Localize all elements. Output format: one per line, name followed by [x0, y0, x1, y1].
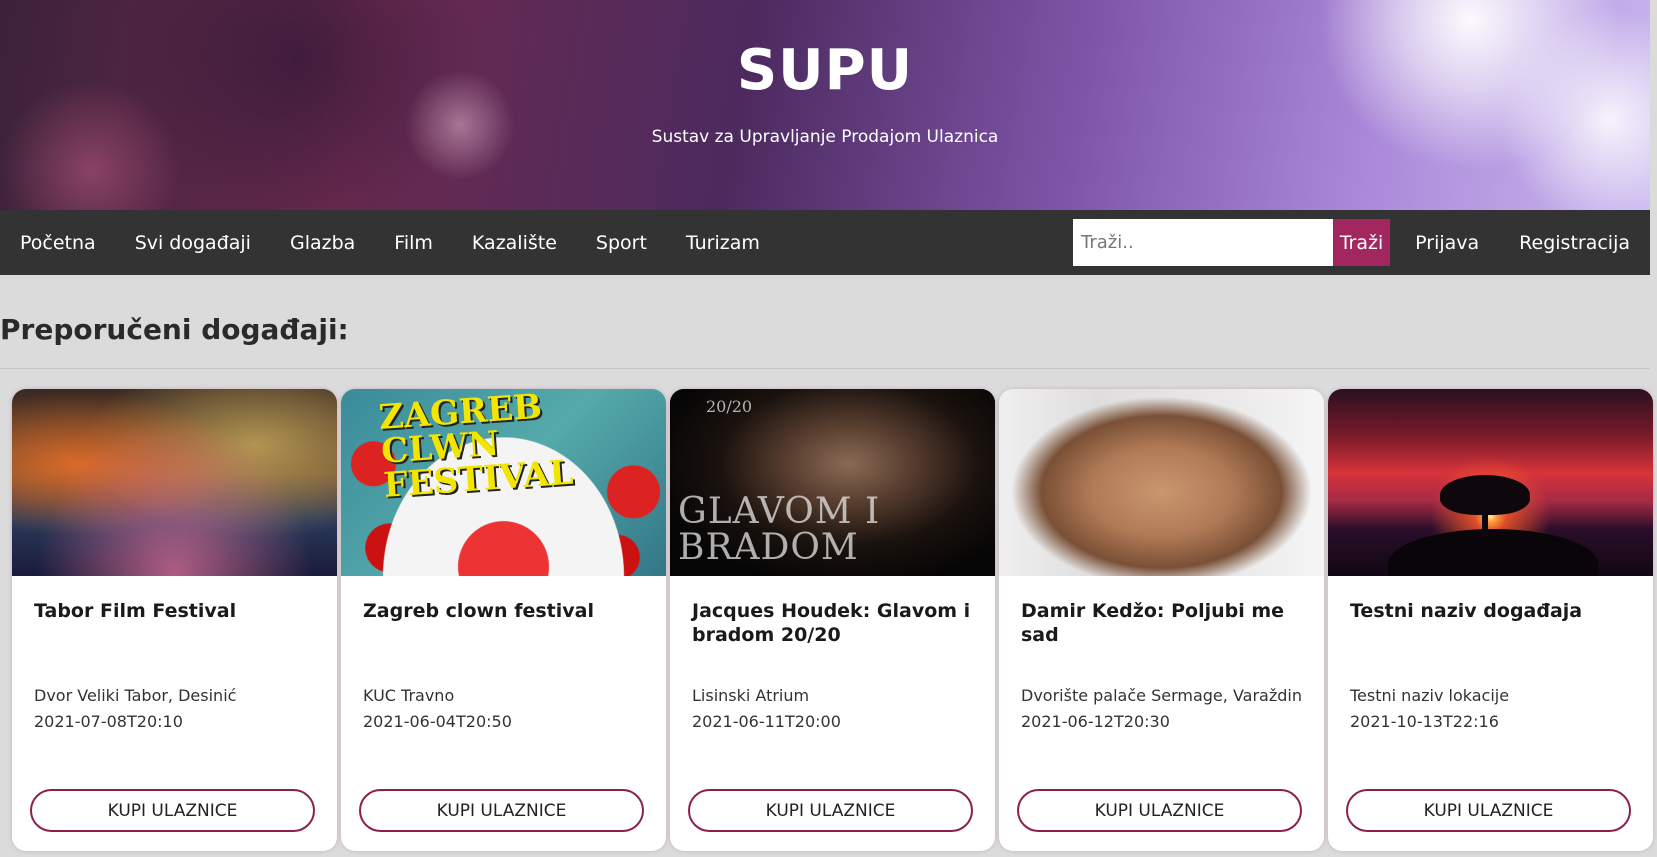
event-title[interactable]: Jacques Houdek: Glavom i bradom 20/20 — [692, 599, 977, 647]
nav-link-sport[interactable]: Sport — [596, 232, 647, 254]
auth-links: Prijava Registracija — [1375, 210, 1630, 275]
event-location: Dvorište palače Sermage, Varaždin — [1021, 686, 1302, 705]
buy-tickets-button[interactable]: KUPI ULAZNICE — [688, 789, 973, 832]
nav-link-svi-dogadaji[interactable]: Svi događaji — [135, 232, 251, 254]
search-form: Traži — [1073, 219, 1390, 266]
event-card[interactable]: Tabor Film Festival Dvor Veliki Tabor, D… — [12, 389, 337, 851]
event-location: KUC Travno — [363, 686, 455, 705]
event-title[interactable]: Tabor Film Festival — [34, 599, 319, 623]
event-title[interactable]: Zagreb clown festival — [363, 599, 648, 623]
event-image[interactable] — [1328, 389, 1653, 576]
event-location: Dvor Veliki Tabor, Desinić — [34, 686, 237, 705]
site-title: SUPU — [736, 38, 914, 103]
event-image[interactable] — [12, 389, 337, 576]
main-navbar: Početna Svi događaji Glazba Film Kazališ… — [0, 210, 1650, 275]
event-image[interactable]: ZAGREB CLWN FESTIVAL — [341, 389, 666, 576]
buy-tickets-button[interactable]: KUPI ULAZNICE — [30, 789, 315, 832]
event-location: Testni naziv lokacije — [1350, 686, 1510, 705]
register-link[interactable]: Registracija — [1519, 232, 1630, 254]
buy-tickets-button[interactable]: KUPI ULAZNICE — [1017, 789, 1302, 832]
event-title[interactable]: Testni naziv događaja — [1350, 599, 1635, 623]
nav-link-glazba[interactable]: Glazba — [290, 232, 355, 254]
site-subtitle: Sustav za Upravljanje Prodajom Ulaznica — [651, 127, 999, 147]
login-link[interactable]: Prijava — [1415, 232, 1479, 254]
event-image[interactable]: 20/20 GLAVOM I BRADOM — [670, 389, 995, 576]
buy-tickets-button[interactable]: KUPI ULAZNICE — [359, 789, 644, 832]
section-divider — [0, 368, 1650, 369]
hill-shape — [1388, 529, 1598, 576]
event-card[interactable]: Damir Kedžo: Poljubi me sad Dvorište pal… — [999, 389, 1324, 851]
event-image[interactable] — [999, 389, 1324, 576]
tree-shape — [1440, 475, 1530, 515]
buy-tickets-button[interactable]: KUPI ULAZNICE — [1346, 789, 1631, 832]
section-title: Preporučeni događaji: — [0, 313, 349, 346]
event-card[interactable]: ZAGREB CLWN FESTIVAL Zagreb clown festiv… — [341, 389, 666, 851]
event-datetime: 2021-07-08T20:10 — [34, 712, 183, 731]
event-datetime: 2021-06-11T20:00 — [692, 712, 841, 731]
nav-link-pocetna[interactable]: Početna — [20, 232, 96, 254]
event-card[interactable]: 20/20 GLAVOM I BRADOM Jacques Houdek: Gl… — [670, 389, 995, 851]
event-location: Lisinski Atrium — [692, 686, 810, 705]
poster-badge: 20/20 — [706, 397, 753, 416]
nav-links: Početna Svi događaji Glazba Film Kazališ… — [0, 232, 799, 254]
poster-text: ZAGREB CLWN FESTIVAL — [377, 389, 575, 506]
event-datetime: 2021-06-04T20:50 — [363, 712, 512, 731]
event-cards: Tabor Film Festival Dvor Veliki Tabor, D… — [12, 389, 1657, 851]
poster-text: GLAVOM I BRADOM — [678, 491, 881, 568]
event-datetime: 2021-06-12T20:30 — [1021, 712, 1170, 731]
event-card[interactable]: Testni naziv događaja Testni naziv lokac… — [1328, 389, 1653, 851]
nav-link-film[interactable]: Film — [394, 232, 433, 254]
hero-banner: SUPU Sustav za Upravljanje Prodajom Ulaz… — [0, 0, 1650, 210]
nav-link-kazaliste[interactable]: Kazalište — [472, 232, 557, 254]
event-title[interactable]: Damir Kedžo: Poljubi me sad — [1021, 599, 1306, 647]
event-datetime: 2021-10-13T22:16 — [1350, 712, 1499, 731]
search-input[interactable] — [1073, 219, 1333, 266]
nav-link-turizam[interactable]: Turizam — [686, 232, 760, 254]
